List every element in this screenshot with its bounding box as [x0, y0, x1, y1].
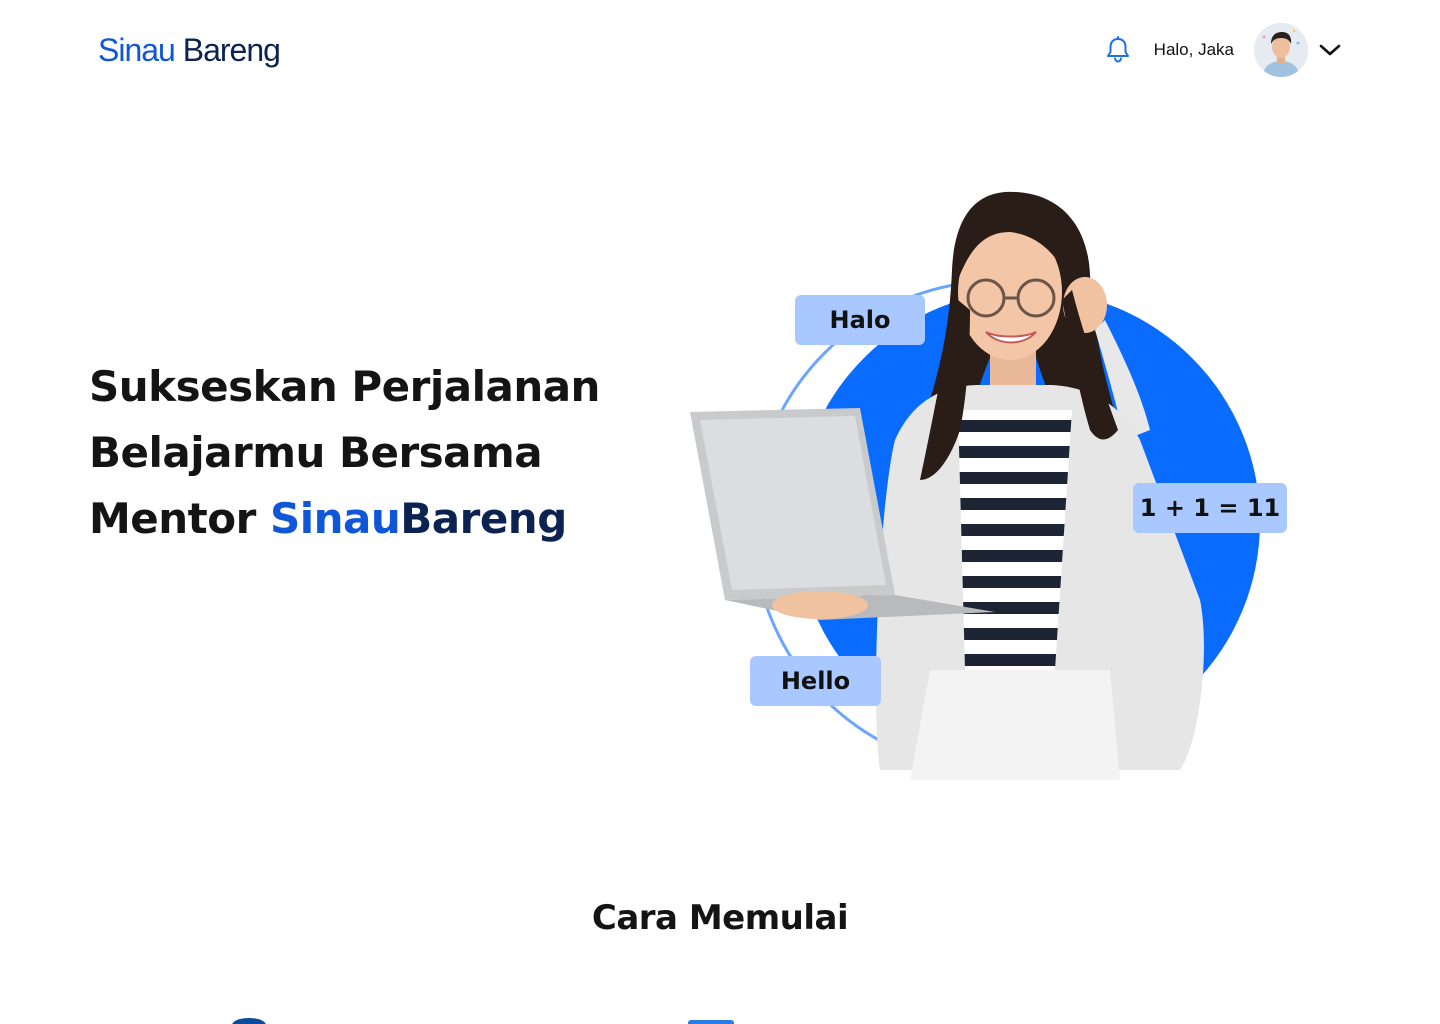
top-navbar: Sinau Bareng Halo, Jaka	[0, 0, 1440, 100]
speech-bubble-math: 1 + 1 = 11	[1133, 483, 1287, 533]
user-area: Halo, Jaka	[1104, 22, 1342, 78]
step-icon-partial	[232, 1018, 266, 1024]
chevron-down-icon[interactable]	[1318, 38, 1342, 62]
hero-line-1: Sukseskan Perjalanan	[89, 362, 600, 411]
speech-bubble-hello: Hello	[750, 656, 881, 706]
hero-brand-bareng: Bareng	[400, 494, 567, 543]
hero-line-3-prefix: Mentor	[89, 494, 270, 543]
speech-bubble-halo: Halo	[795, 295, 925, 345]
hero-line-2: Belajarmu Bersama	[89, 428, 543, 477]
section-title-getting-started: Cara Memulai	[591, 898, 849, 938]
step-icon-partial	[688, 1020, 734, 1024]
hero-heading: Sukseskan Perjalanan Belajarmu Bersama M…	[89, 354, 649, 552]
avatar[interactable]	[1254, 23, 1308, 77]
brand-logo[interactable]: Sinau Bareng	[98, 31, 281, 69]
bell-icon[interactable]	[1104, 36, 1132, 64]
logo-part-sinau: Sinau	[98, 32, 176, 68]
hero-brand-sinau: Sinau	[269, 494, 401, 543]
logo-part-bareng: Bareng	[174, 32, 281, 68]
user-greeting: Halo, Jaka	[1153, 40, 1234, 59]
